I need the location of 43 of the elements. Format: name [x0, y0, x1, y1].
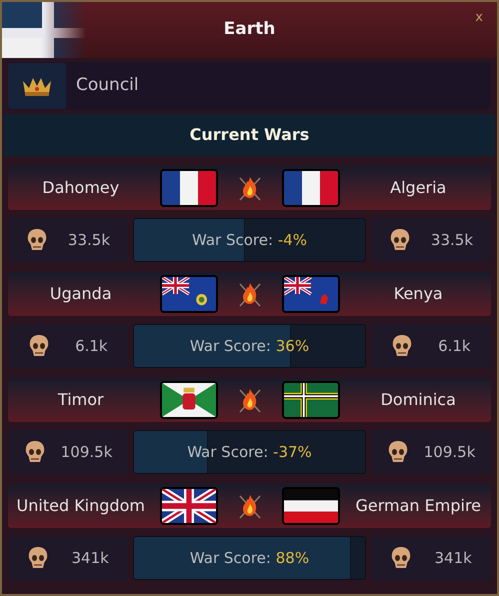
flag-icon [160, 169, 218, 207]
casualties-count: 341k [71, 548, 109, 569]
skull-icon [28, 334, 50, 358]
country-name: Uganda [48, 283, 113, 305]
country-name: Dominica [380, 389, 457, 411]
close-button[interactable]: x [475, 8, 483, 28]
flag-icon [282, 169, 340, 207]
skull-icon [388, 228, 411, 252]
skull-icon [391, 334, 414, 358]
council-label: Council [76, 74, 139, 98]
flag-icon [282, 275, 340, 313]
country-name: United Kingdom [16, 495, 146, 517]
country-name: Algeria [389, 177, 448, 199]
skull-icon [24, 440, 46, 464]
casualties-count: 109.5k [424, 442, 476, 463]
country-name: Kenya [392, 283, 444, 305]
skull-icon [27, 546, 50, 570]
flag-icon [2, 2, 86, 58]
country-name: German Empire [354, 495, 482, 517]
council-row[interactable]: Council [8, 62, 491, 110]
flag-icon [282, 487, 340, 525]
skull-icon [26, 228, 48, 252]
casualties-count: 33.5k [68, 230, 110, 251]
section-title: Current Wars [190, 124, 310, 146]
flag-icon [160, 275, 218, 313]
casualties-count: 341k [434, 548, 472, 569]
flag-icon [282, 381, 340, 419]
war-score-text: War Score: -4% [190, 230, 308, 251]
flag-icon [160, 487, 218, 525]
country-name: Dahomey [41, 177, 120, 199]
casualties-count: 6.1k [75, 336, 108, 357]
skull-icon [390, 546, 412, 570]
skull-icon [386, 440, 409, 464]
casualties-count: 33.5k [430, 230, 474, 251]
casualties-count: 6.1k [438, 336, 471, 357]
casualties-count: 109.5k [60, 442, 112, 463]
war-score-text: War Score: 36% [188, 336, 310, 357]
window-title: Earth [224, 18, 276, 42]
war-score-text: War Score: 88% [188, 548, 310, 569]
war-score-text: War Score: -37% [186, 442, 313, 463]
flag-icon [160, 381, 218, 419]
country-name: Timor [56, 389, 105, 411]
crown-button[interactable] [8, 63, 66, 109]
